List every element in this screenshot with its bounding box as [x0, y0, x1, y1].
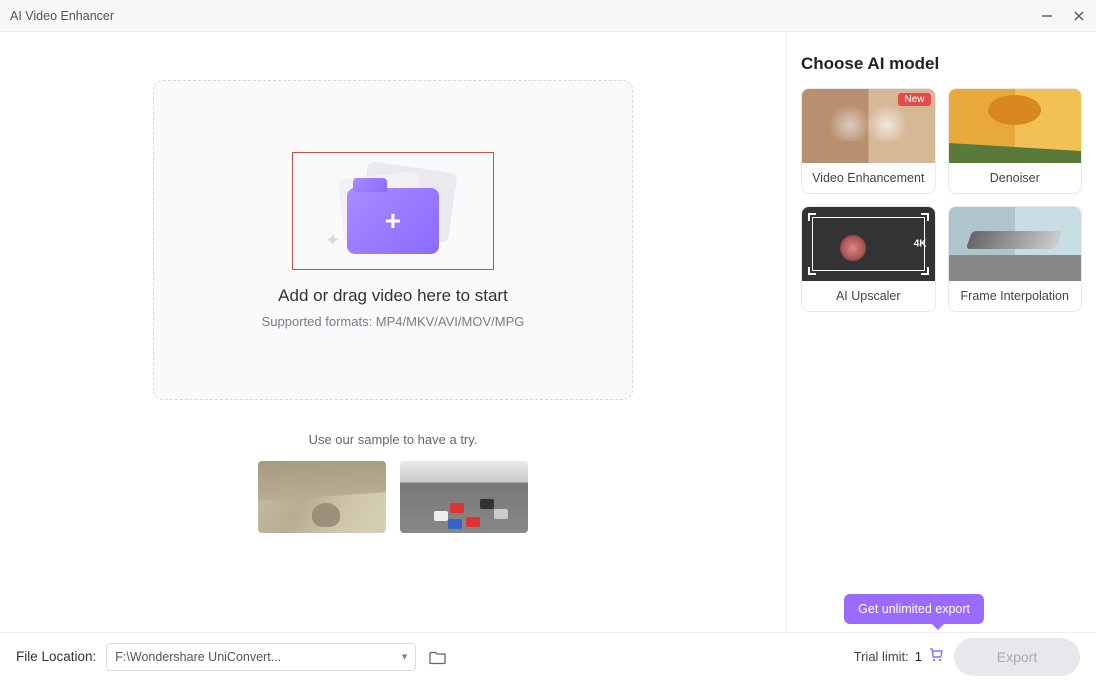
file-location-label: File Location:: [16, 649, 96, 664]
sidebar-title: Choose AI model: [801, 54, 1082, 74]
sample-video-2[interactable]: [400, 461, 528, 533]
open-folder-button[interactable]: [426, 646, 450, 668]
sample-row: [258, 461, 528, 533]
file-location-value: F:\Wondershare UniConvert...: [115, 650, 281, 664]
unlimited-export-tooltip[interactable]: Get unlimited export: [844, 594, 984, 624]
trial-label: Trial limit:: [854, 649, 909, 664]
model-thumb: [949, 89, 1082, 163]
plus-icon: +: [385, 207, 401, 235]
dropzone-headline: Add or drag video here to start: [278, 286, 508, 306]
trial-count: 1: [915, 649, 922, 664]
samples-label: Use our sample to have a try.: [309, 432, 478, 447]
window-title: AI Video Enhancer: [10, 9, 114, 23]
main-panel: + ✦ Add or drag video here to start Supp…: [0, 32, 786, 632]
model-frame-interpolation[interactable]: Frame Interpolation: [948, 206, 1083, 312]
model-label: Frame Interpolation: [949, 281, 1082, 311]
model-thumb: 4K: [802, 207, 935, 281]
model-video-enhancement[interactable]: New Video Enhancement: [801, 88, 936, 194]
dropzone-subline: Supported formats: MP4/MKV/AVI/MOV/MPG: [262, 314, 525, 329]
folder-icon: [429, 649, 447, 665]
chevron-down-icon: ▾: [402, 650, 408, 663]
titlebar: AI Video Enhancer: [0, 0, 1096, 32]
minimize-button[interactable]: [1040, 9, 1054, 23]
ai-model-sidebar: Choose AI model New Video Enhancement De…: [786, 32, 1096, 632]
file-location-select[interactable]: F:\Wondershare UniConvert... ▾: [106, 643, 416, 671]
footer-bar: File Location: F:\Wondershare UniConvert…: [0, 632, 1096, 680]
window-controls: [1040, 9, 1086, 23]
cart-icon[interactable]: [928, 647, 944, 666]
new-badge: New: [898, 93, 930, 106]
upscaler-res-label: 4K: [914, 239, 927, 250]
model-label: Video Enhancement: [802, 163, 935, 193]
trial-limit: Trial limit: 1: [854, 647, 944, 666]
sample-video-1[interactable]: [258, 461, 386, 533]
export-button[interactable]: Export: [954, 638, 1080, 676]
add-video-folder-icon[interactable]: + ✦: [323, 161, 463, 261]
model-thumb: [949, 207, 1082, 281]
model-thumb: New: [802, 89, 935, 163]
model-ai-upscaler[interactable]: 4K AI Upscaler: [801, 206, 936, 312]
model-label: Denoiser: [949, 163, 1082, 193]
video-dropzone[interactable]: + ✦ Add or drag video here to start Supp…: [153, 80, 633, 400]
model-label: AI Upscaler: [802, 281, 935, 311]
close-button[interactable]: [1072, 9, 1086, 23]
sparkle-icon: ✦: [325, 230, 340, 251]
add-video-icon-highlight: + ✦: [292, 152, 494, 270]
model-denoiser[interactable]: Denoiser: [948, 88, 1083, 194]
